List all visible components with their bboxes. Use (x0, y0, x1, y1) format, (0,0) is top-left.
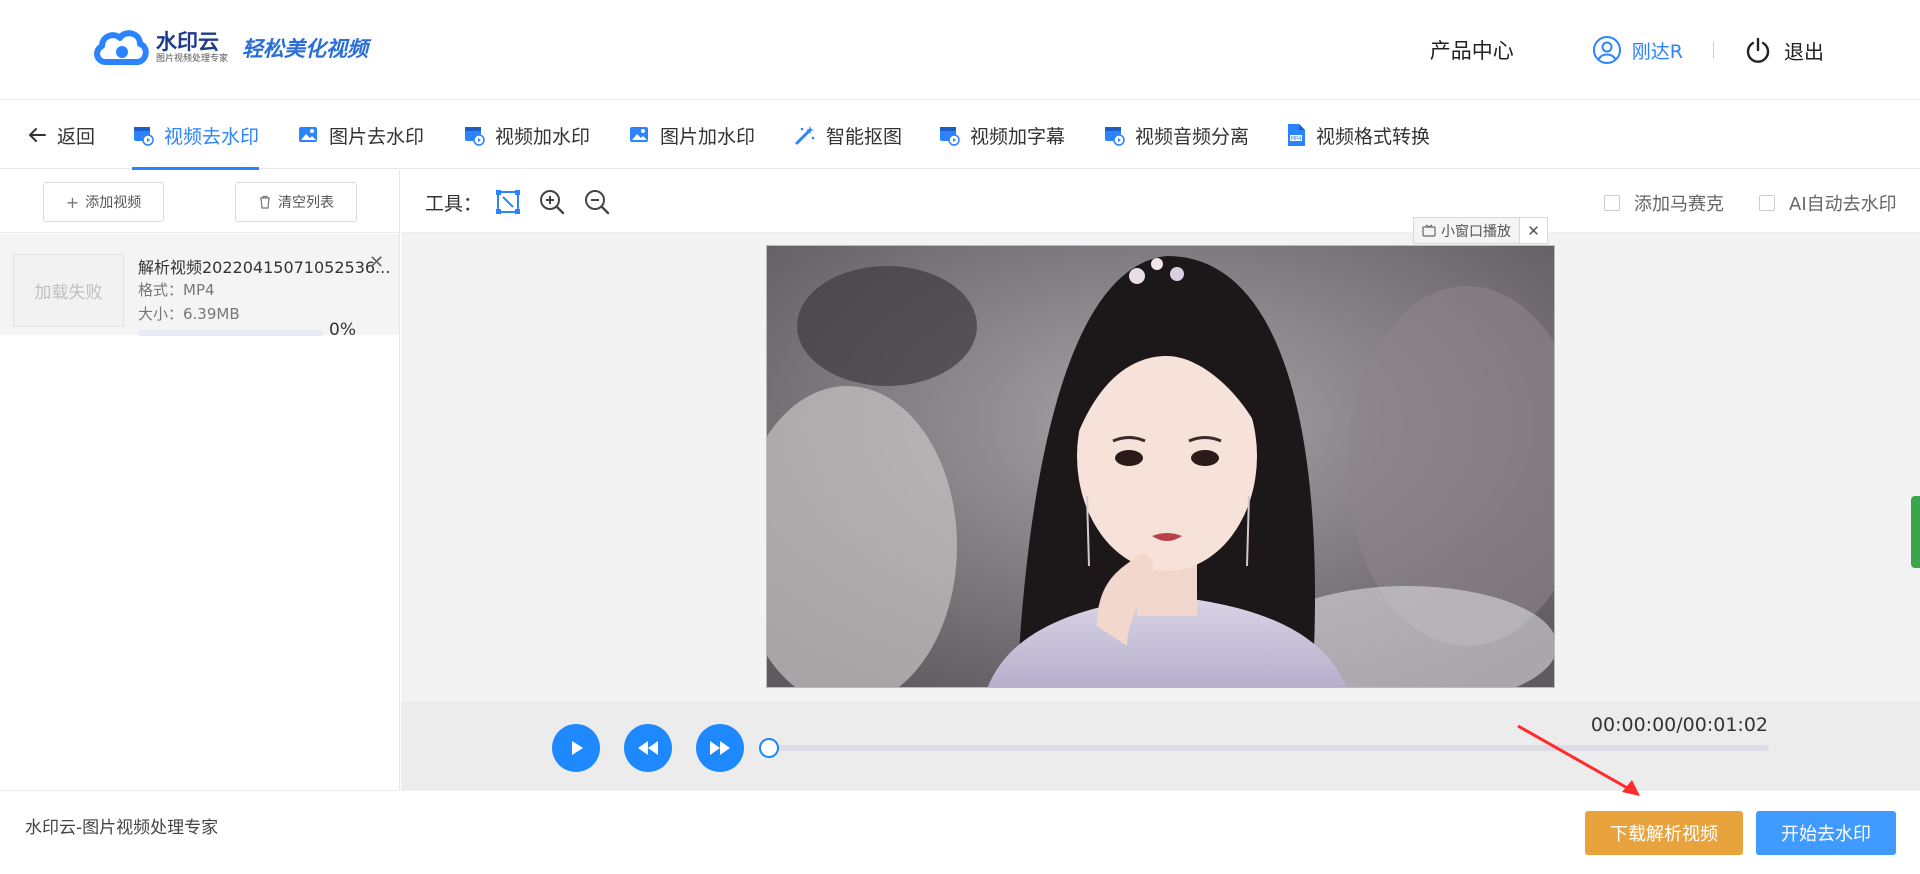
download-parsed-video-button[interactable]: 下载解析视频 (1585, 811, 1743, 855)
start-remove-watermark-button[interactable]: 开始去水印 (1756, 811, 1896, 855)
app-header: 水印云 图片视频处理专家 轻松美化视频 产品中心 刚达R 退出 (0, 0, 1920, 100)
play-button[interactable] (552, 724, 600, 772)
ai-auto-remove-checkbox[interactable]: AI自动去水印 (1759, 190, 1897, 216)
file-list-item[interactable]: 加载失败 解析视频20220415071052536... 格式：MP4 大小：… (0, 234, 399, 340)
tab-back[interactable]: 返回 (27, 101, 95, 169)
editor-area: 工具： 添加马赛克 AI自动去水印 小窗口播放 ✕ 00:00:00/00:01… (401, 170, 1920, 790)
image-icon (297, 124, 319, 146)
tab-label: 视频加字幕 (970, 125, 1066, 148)
file-progress-text: 0% (329, 320, 356, 340)
video-frame (767, 246, 1554, 687)
user-menu[interactable]: 刚达R (1592, 35, 1683, 65)
header-right: 产品中心 刚达R 退出 (1430, 30, 1824, 70)
select-area-icon[interactable] (494, 188, 522, 216)
logo-slogan: 轻松美化视频 (242, 36, 369, 61)
file-name: 解析视频20220415071052536... (138, 258, 391, 277)
video-icon (132, 124, 154, 146)
user-avatar-icon (1592, 36, 1621, 64)
ai-auto-remove-label: AI自动去水印 (1789, 194, 1897, 215)
fast-forward-button[interactable] (696, 724, 744, 772)
tab-label: 图片加水印 (660, 125, 756, 148)
editor-toolbar: 工具： 添加马赛克 AI自动去水印 (401, 170, 1920, 233)
rewind-button[interactable] (624, 724, 672, 772)
tools-label: 工具： (425, 193, 483, 215)
video-icon (1103, 124, 1125, 146)
tab-label: 返回 (57, 125, 96, 148)
fast-forward-icon (710, 741, 730, 755)
tv-icon (1422, 224, 1436, 237)
tab-label: 智能抠图 (826, 125, 903, 148)
tab-label: 视频音频分离 (1135, 125, 1250, 148)
tab-video-subtitles[interactable]: 视频加字幕 (938, 101, 1065, 169)
footer-bar: 水印云-图片视频处理专家 下载解析视频 开始去水印 (0, 790, 1920, 874)
mosaic-checkbox[interactable]: 添加马赛克 (1604, 190, 1724, 216)
tab-label: 视频加水印 (495, 125, 591, 148)
username: 刚达R (1631, 40, 1683, 63)
tab-label: 图片去水印 (329, 125, 425, 148)
cloud-logo-icon (94, 30, 149, 65)
add-video-label: 添加视频 (85, 195, 142, 211)
file-list-panel: + 添加视频 清空列表 加载失败 解析视频20220415071052536..… (0, 170, 400, 790)
tab-label: 视频格式转换 (1316, 125, 1431, 148)
header-divider (1713, 42, 1714, 58)
logout-label: 退出 (1784, 39, 1824, 64)
mini-window-close-icon[interactable]: ✕ (1520, 218, 1547, 243)
logo[interactable]: 水印云 图片视频处理专家 轻松美化视频 (92, 26, 368, 70)
mosaic-label: 添加马赛克 (1634, 194, 1724, 215)
file-progress-bar (138, 330, 324, 336)
tab-image-add-watermark[interactable]: 图片加水印 (628, 101, 755, 169)
logo-name: 水印云 (156, 30, 219, 54)
tab-video-add-watermark[interactable]: 视频加水印 (463, 101, 590, 169)
player-controls: 00:00:00/00:01:02 (401, 702, 1920, 790)
video-preview[interactable] (766, 245, 1555, 688)
zoom-out-icon[interactable] (583, 188, 611, 216)
add-video-button[interactable]: + 添加视频 (43, 182, 164, 222)
power-icon (1746, 37, 1770, 63)
file-list-toolbar: + 添加视频 清空列表 (0, 170, 399, 233)
video-icon (938, 124, 960, 146)
tab-smart-cutout[interactable]: 智能抠图 (794, 101, 902, 169)
logout-button[interactable]: 退出 (1744, 36, 1824, 65)
clear-list-label: 清空列表 (278, 195, 334, 211)
tab-audio-separation[interactable]: 视频音频分离 (1103, 101, 1249, 169)
trash-icon (260, 195, 270, 209)
logo-subtitle: 图片视频处理专家 (156, 54, 229, 64)
video-icon (463, 124, 485, 146)
zoom-in-icon[interactable] (538, 188, 566, 216)
checkbox-box[interactable] (1759, 195, 1775, 211)
remove-file-icon[interactable]: ✕ (369, 252, 384, 273)
play-icon (572, 741, 583, 755)
magic-wand-icon (794, 124, 816, 146)
checkbox-box[interactable] (1604, 195, 1620, 211)
plus-icon: + (65, 192, 80, 212)
function-tabs: 返回 视频去水印 图片去水印 视频加水印 图片加水印 智能抠图 视频加字幕 视频… (0, 101, 1920, 170)
image-icon (628, 124, 650, 146)
mini-window-label: 小窗口播放 (1441, 223, 1511, 240)
tab-video-remove-watermark[interactable]: 视频去水印 (132, 101, 260, 170)
tab-image-remove-watermark[interactable]: 图片去水印 (297, 101, 424, 169)
side-scroll-handle[interactable] (1911, 496, 1920, 568)
tab-label: 视频去水印 (164, 125, 260, 148)
rewind-icon (638, 741, 658, 755)
footer-brand: 水印云-图片视频处理专家 (25, 818, 219, 838)
back-arrow-icon (27, 125, 47, 145)
mini-window-play-button[interactable]: 小窗口播放 (1414, 218, 1520, 243)
svg-text:MP4: MP4 (1291, 136, 1302, 142)
file-thumbnail: 加载失败 (13, 254, 124, 327)
tab-format-convert[interactable]: MP4 视频格式转换 (1286, 101, 1430, 169)
product-center-link[interactable]: 产品中心 (1430, 35, 1514, 65)
mp4-file-icon: MP4 (1286, 123, 1306, 147)
annotation-arrow-icon (1517, 724, 1640, 796)
file-format: 格式：MP4 (138, 281, 215, 299)
file-size: 大小：6.39MB (138, 305, 240, 323)
mini-window-control: 小窗口播放 ✕ (1413, 217, 1548, 244)
seek-knob[interactable] (759, 738, 779, 758)
clear-list-button[interactable]: 清空列表 (235, 182, 357, 222)
